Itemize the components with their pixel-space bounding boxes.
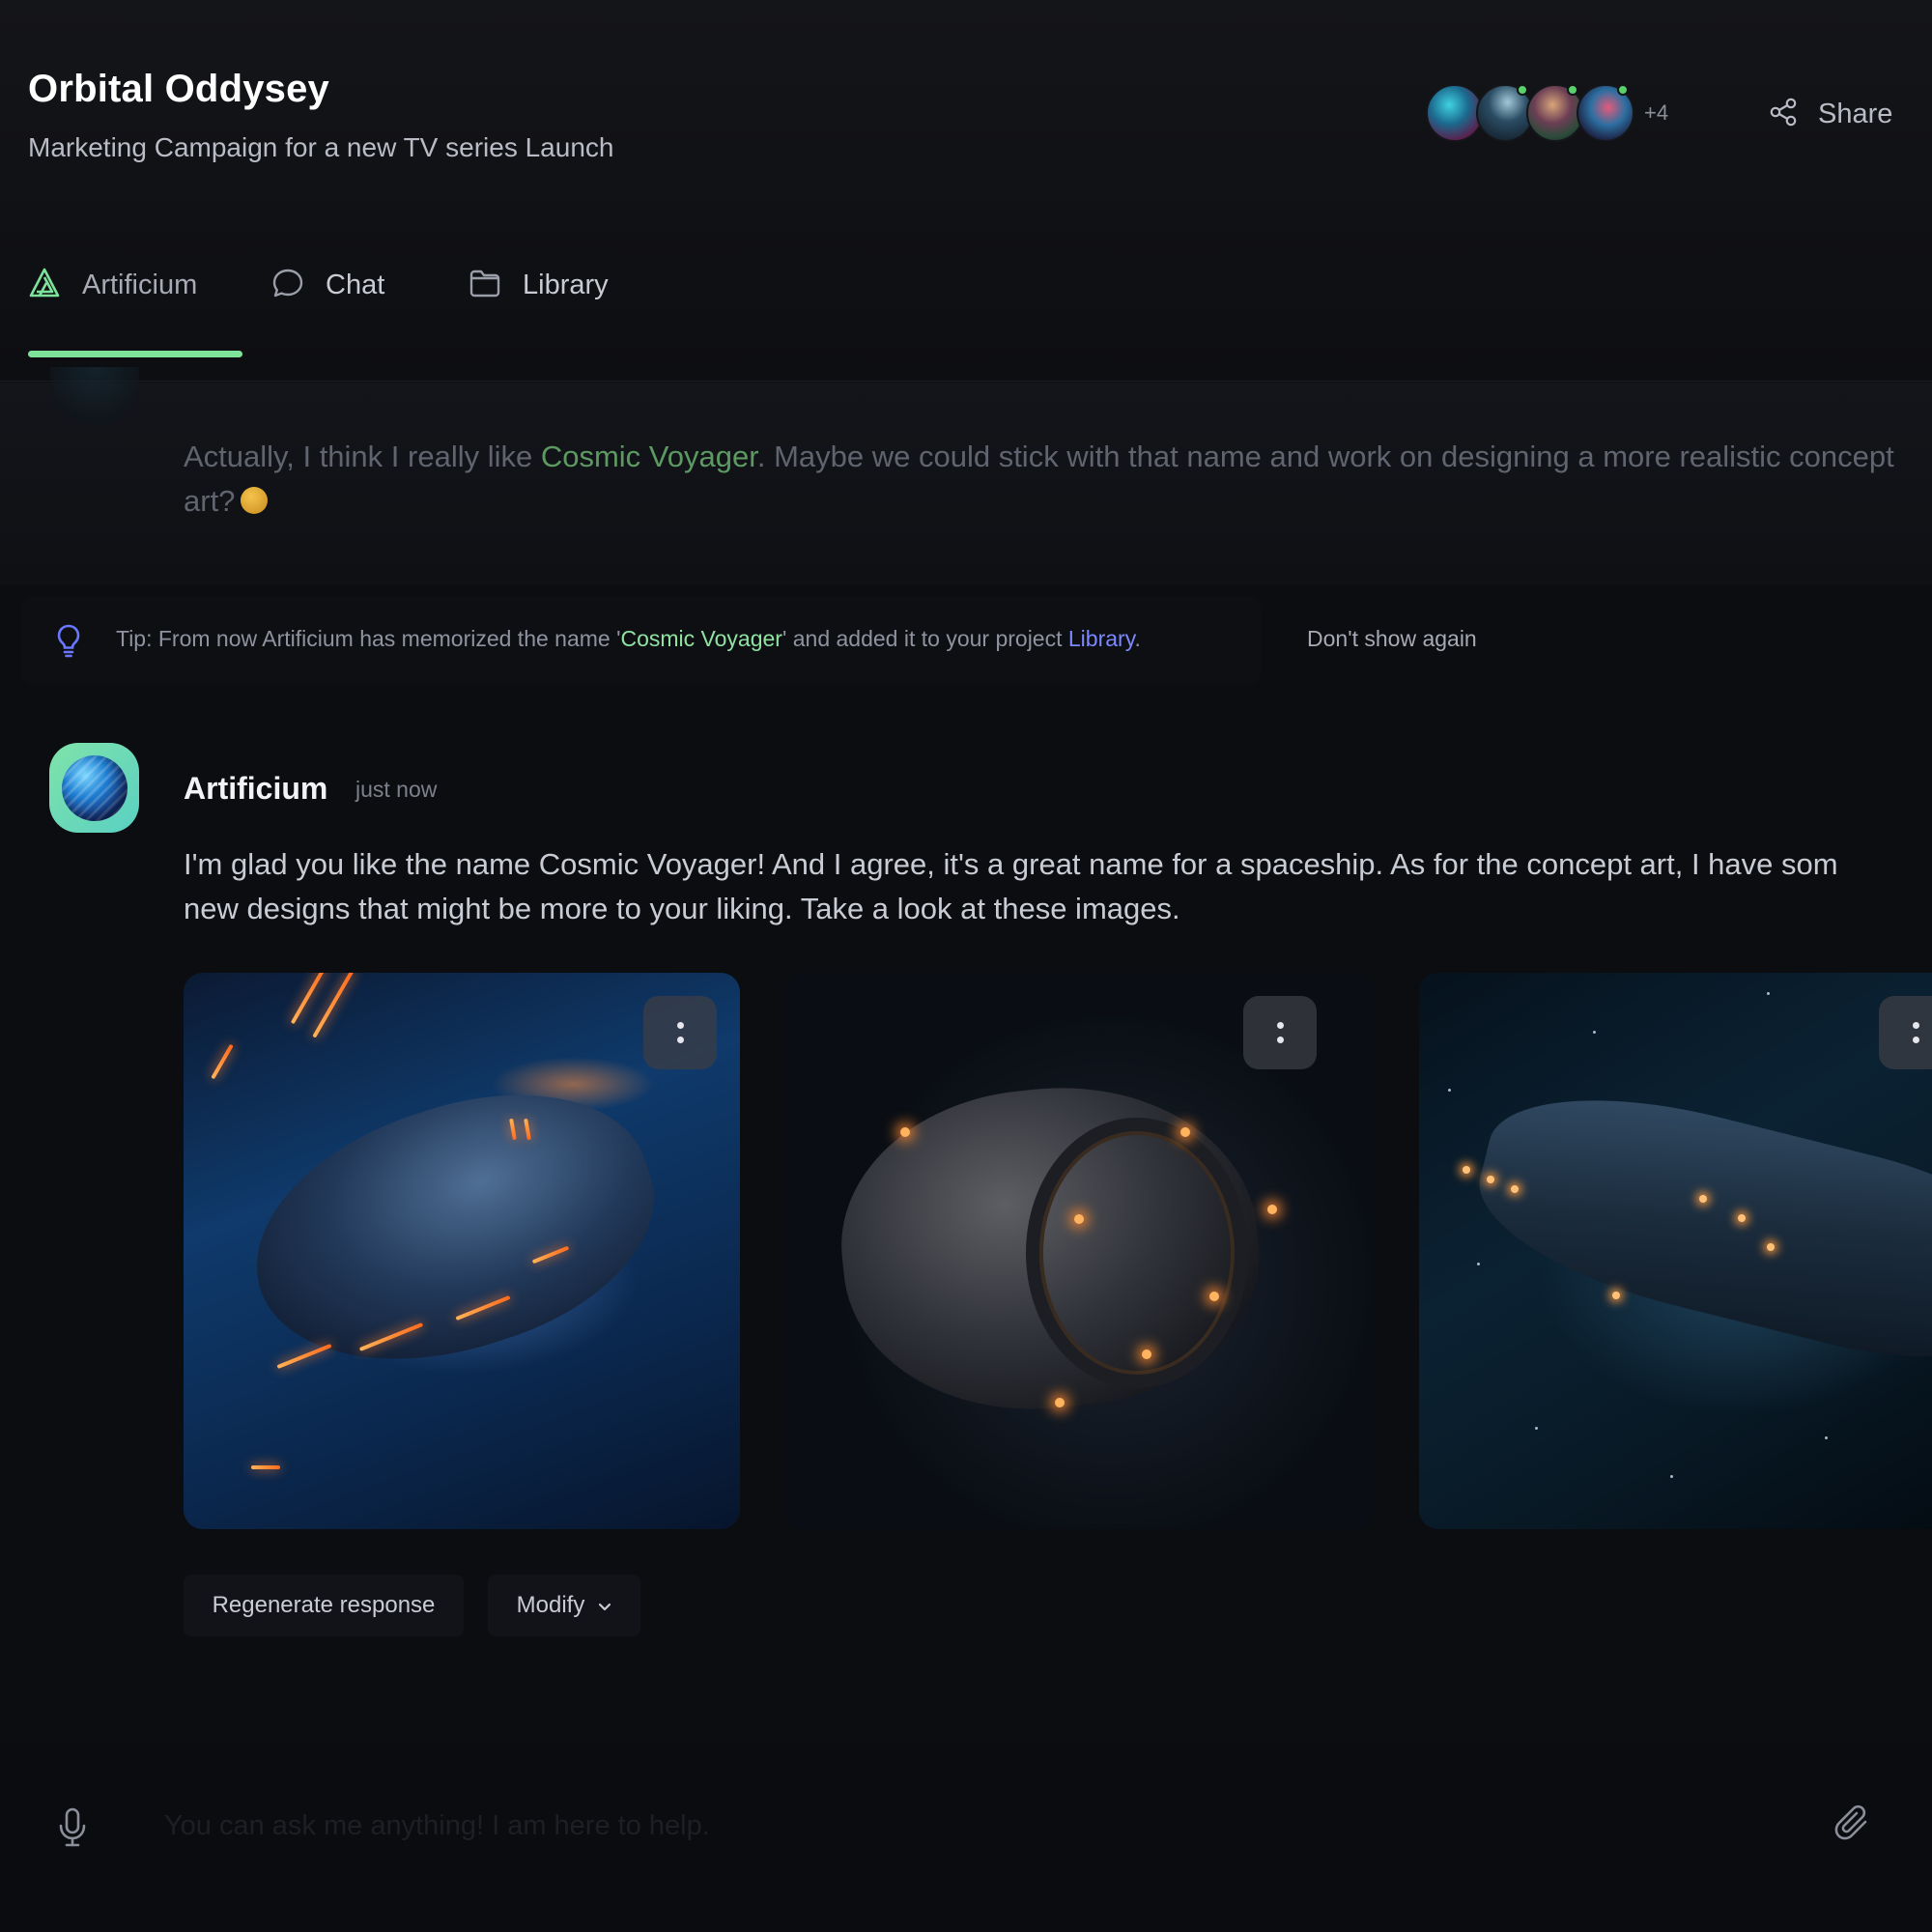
message-author: Artificium [184, 771, 328, 806]
image-options-button[interactable] [1879, 996, 1932, 1069]
tip-banner: Tip: From now Artificium has memorized t… [21, 597, 1261, 684]
modify-dropdown-button[interactable]: Modify [488, 1575, 640, 1636]
spaceship-image [1419, 973, 1932, 1529]
tab-bar: Artificium Chat Library [28, 261, 609, 309]
light-streak [276, 1343, 332, 1370]
star [1825, 1436, 1828, 1439]
tip-text-part: . [1134, 626, 1141, 651]
microphone-icon[interactable] [56, 1806, 89, 1854]
online-indicator [1517, 84, 1528, 96]
button-label: Modify [516, 1592, 585, 1618]
tip-text-part: ' and added it to your project [781, 626, 1068, 651]
online-indicator [1617, 84, 1629, 96]
message-text: Actually, I think I really like [184, 440, 541, 473]
lightbulb-icon [54, 622, 83, 664]
concept-art-image-2[interactable] [784, 973, 1375, 1529]
star [1767, 992, 1770, 995]
light-streak [211, 1043, 234, 1080]
paperclip-icon[interactable] [1833, 1804, 1872, 1848]
avatar[interactable] [1577, 84, 1634, 142]
light-glow [1463, 1166, 1470, 1174]
light-glow [1074, 1214, 1084, 1224]
highlighted-name: Cosmic Voyager [540, 440, 757, 473]
light-streak [312, 973, 355, 1038]
tab-label: Artificium [82, 269, 198, 300]
tab-label: Library [523, 269, 609, 300]
tip-text: Tip: From now Artificium has memorized t… [116, 626, 1141, 652]
project-subtitle: Marketing Campaign for a new TV series L… [28, 132, 614, 162]
light-glow [1738, 1214, 1746, 1222]
tab-label: Chat [326, 269, 385, 300]
active-tab-indicator [28, 351, 242, 357]
star [1670, 1475, 1673, 1478]
light-streak [251, 1465, 280, 1469]
tip-text-part: Tip: From now Artificium has memorized t… [116, 626, 621, 651]
spaceship-ring [1026, 1118, 1248, 1388]
message-timestamp: just now [355, 777, 438, 802]
dont-show-again-button[interactable]: Don't show again [1307, 626, 1477, 652]
tab-chat[interactable]: Chat [271, 261, 436, 309]
message-text: I'm glad you like the name Cosmic Voyage… [184, 847, 1838, 925]
image-options-button[interactable] [643, 996, 717, 1069]
project-header: Orbital Oddysey Marketing Campaign for a… [0, 0, 1932, 382]
collaborators-more-count[interactable]: +4 [1644, 100, 1668, 126]
light-glow [1767, 1243, 1775, 1251]
memorized-name: Cosmic Voyager [620, 626, 782, 651]
share-icon [1768, 97, 1799, 132]
light-glow [1487, 1176, 1494, 1183]
image-options-button[interactable] [1243, 996, 1317, 1069]
orb-logo-icon [61, 754, 128, 821]
light-glow [1511, 1185, 1519, 1193]
library-link[interactable]: Library [1068, 626, 1135, 651]
star [1477, 1263, 1480, 1265]
light-glow [900, 1127, 910, 1137]
light-glow [1209, 1292, 1219, 1301]
online-indicator [1567, 84, 1578, 96]
star [1448, 1089, 1451, 1092]
artificium-avatar [49, 743, 139, 833]
thinking-emoji-icon [241, 487, 269, 514]
share-label: Share [1818, 98, 1893, 129]
concept-art-image-1[interactable] [184, 973, 740, 1529]
tab-artificium[interactable]: Artificium [28, 261, 242, 309]
spaceship-shape [1462, 1065, 1932, 1383]
more-dots-icon [676, 1022, 684, 1029]
message-input[interactable] [162, 1802, 1804, 1850]
spaceship-shape [223, 1051, 685, 1406]
avatar[interactable] [1526, 84, 1584, 142]
more-dots-icon [1276, 1022, 1284, 1029]
star [1535, 1427, 1538, 1430]
chevron-down-icon [598, 1592, 611, 1619]
share-button[interactable]: Share [1768, 95, 1892, 133]
folder-icon [469, 267, 501, 304]
regenerate-response-button[interactable]: Regenerate response [184, 1575, 464, 1636]
more-dots-icon [1912, 1022, 1919, 1029]
previous-message-text: Actually, I think I really like Cosmic V… [184, 435, 1913, 524]
star [1593, 1031, 1596, 1034]
button-label: Regenerate response [212, 1592, 436, 1618]
light-glow [1699, 1195, 1707, 1203]
avatar[interactable] [1426, 84, 1484, 142]
avatar[interactable] [1476, 84, 1534, 142]
project-title: Orbital Oddysey [28, 68, 329, 110]
chat-bubble-icon [271, 267, 304, 304]
collaborator-avatars[interactable]: +4 [1426, 83, 1668, 143]
light-glow [1612, 1292, 1620, 1299]
light-glow [1180, 1127, 1190, 1137]
light-glow [1142, 1350, 1151, 1359]
tab-library[interactable]: Library [469, 261, 609, 309]
concept-art-image-3[interactable] [1419, 973, 1932, 1529]
light-glow [1055, 1398, 1065, 1407]
light-glow [1267, 1205, 1277, 1214]
artificium-logo-icon [28, 267, 61, 304]
